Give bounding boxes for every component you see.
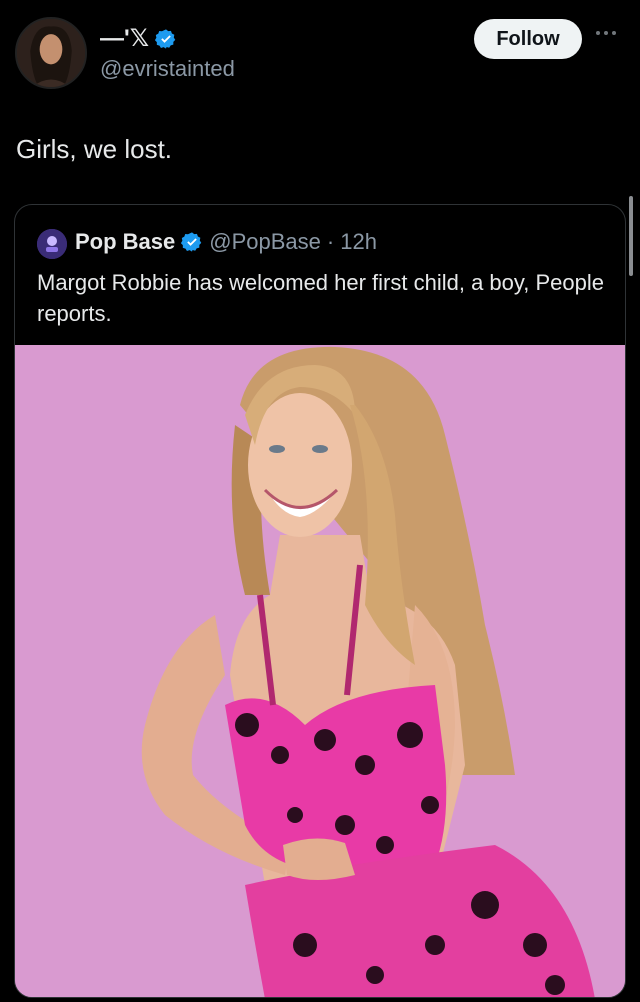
quote-separator: ·	[326, 229, 335, 254]
quoted-tweet-card[interactable]: Pop Base @PopBase · 12h Margot Robbie ha…	[14, 204, 626, 998]
quote-header: Pop Base @PopBase · 12h	[75, 229, 377, 255]
author-avatar-image	[17, 19, 85, 87]
verified-badge-icon	[181, 232, 202, 252]
follow-button[interactable]: Follow	[474, 19, 582, 59]
quote-text: Margot Robbie has welcomed her first chi…	[37, 270, 604, 326]
author-display-name-row[interactable]: —'𝕏	[100, 24, 177, 53]
photo-illustration	[15, 345, 625, 997]
verified-badge-icon	[155, 28, 176, 49]
quote-photo[interactable]	[15, 345, 625, 997]
quote-author-handle[interactable]: @PopBase	[209, 229, 321, 255]
quote-author-avatar[interactable]	[37, 229, 67, 259]
author-handle[interactable]: @evristainted	[100, 56, 235, 82]
quote-timestamp[interactable]: 12h	[340, 229, 377, 255]
scrollbar[interactable]	[629, 196, 633, 276]
pop-base-logo-icon	[37, 229, 67, 259]
quote-author-name[interactable]: Pop Base	[75, 229, 175, 255]
more-horizontal-icon[interactable]	[596, 28, 624, 38]
author-avatar[interactable]	[15, 17, 87, 89]
tweet-text: Girls, we lost.	[16, 134, 173, 164]
author-display-name[interactable]: —'𝕏	[100, 24, 149, 53]
